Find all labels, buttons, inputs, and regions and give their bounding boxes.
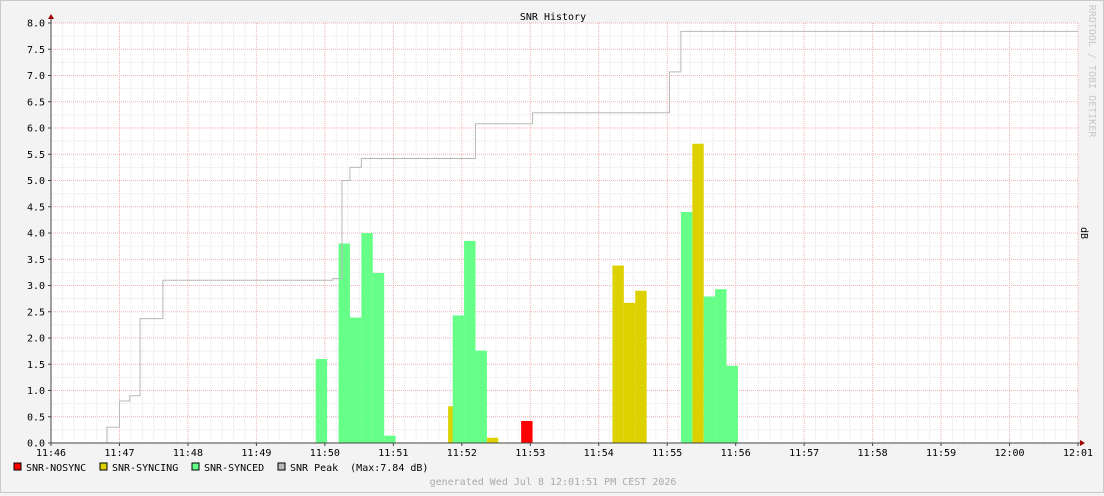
y-tick-labels: 0.00.51.01.52.02.53.03.54.04.55.05.56.06… — [27, 19, 51, 450]
y-tick-label: 4.5 — [27, 202, 45, 213]
y-tick-label: 1.0 — [27, 386, 45, 397]
y-tick-label: 5.5 — [27, 150, 45, 161]
legend-label-snr-syncing: SNR-SYNCING — [112, 463, 178, 474]
y-tick-label: 1.5 — [27, 360, 45, 371]
y-tick-label: 6.0 — [27, 124, 45, 135]
x-axis-arrow — [1080, 440, 1085, 446]
watermark: RRDTOOL / TOBI OETIKER — [1086, 5, 1097, 138]
snr-syncing-bar — [623, 302, 636, 443]
snr-synced-bar — [338, 243, 350, 443]
snr-synced-bar — [452, 315, 465, 443]
snr-synced-bar — [315, 359, 328, 443]
x-tick-label: 11:57 — [789, 448, 819, 459]
x-tick-label: 11:55 — [652, 448, 682, 459]
x-tick-label: 11:51 — [378, 448, 408, 459]
legend-peak-max: (Max:7.84 dB) — [350, 463, 428, 474]
y-tick-label: 5.0 — [27, 176, 45, 187]
x-tick-label: 11:56 — [721, 448, 751, 459]
x-tick-label: 11:52 — [447, 448, 477, 459]
snr-nosync-bar — [521, 420, 533, 443]
snr-synced-bar — [464, 240, 476, 443]
x-tick-label: 12:00 — [994, 448, 1024, 459]
x-tick-label: 11:53 — [515, 448, 545, 459]
snr-synced-bar — [349, 317, 362, 443]
x-tick-labels: 11:46 11:47 11:48 11:49 11:50 11:51 11:52 11:53… — [36, 443, 1093, 459]
legend: SNR-NOSYNC SNR-SYNCING SNR-SYNCED SNR Peak (… — [13, 462, 428, 474]
x-tick-label: 12:01 — [1063, 448, 1093, 459]
y-tick-label: 0.5 — [27, 412, 45, 423]
x-tick-label: 11:48 — [173, 448, 203, 459]
y-axis-arrow — [48, 14, 54, 19]
snr-syncing-bar — [612, 265, 624, 443]
legend-label-snr-synced: SNR-SYNCED — [204, 463, 264, 474]
legend-swatch-snr-syncing — [99, 462, 108, 471]
y-tick-label: 2.0 — [27, 334, 45, 345]
x-tick-label: 11:50 — [310, 448, 340, 459]
x-tick-label: 11:54 — [584, 448, 614, 459]
y-tick-label: 7.0 — [27, 71, 45, 82]
chart-frame: 0.0 0.5 1.0 1.5 2.0 2.5 3.0 3.5 4.0 4.5 5.0 5.5 6.0 6… — [0, 0, 1104, 493]
x-tick-label: 11:49 — [241, 448, 271, 459]
y-tick-label: 7.5 — [27, 45, 45, 56]
y-tick-label: 8.0 — [27, 19, 45, 30]
snr-syncing-bar — [692, 143, 704, 443]
snr-syncing-bar — [635, 290, 647, 443]
snr-synced-bar — [715, 289, 727, 443]
y-tick-label: 3.5 — [27, 255, 45, 266]
x-tick-label: 11:58 — [858, 448, 888, 459]
legend-label-snr-nosync: SNR-NOSYNC — [26, 463, 86, 474]
chart-title: SNR History — [520, 12, 586, 23]
snr-synced-bar — [680, 212, 693, 443]
snr-synced-bar — [384, 435, 396, 443]
y-tick-label: 3.0 — [27, 281, 45, 292]
snr-synced-bar — [703, 296, 716, 443]
snr-synced-bar — [361, 233, 373, 443]
snr-history-chart: 0.00.51.01.52.02.53.03.54.04.55.05.56.06… — [13, 5, 1097, 488]
legend-swatch-snr-peak — [277, 462, 286, 471]
legend-swatch-snr-nosync — [13, 462, 22, 471]
y-tick-label: 6.5 — [27, 97, 45, 108]
legend-label-snr-peak: SNR Peak — [290, 463, 338, 474]
legend-swatch-snr-synced — [191, 462, 200, 471]
x-tick-label: 11:59 — [926, 448, 956, 459]
snr-synced-bar — [372, 272, 385, 443]
x-tick-label: 11:46 — [36, 448, 66, 459]
snr-synced-bar — [726, 365, 738, 443]
y-tick-label: 2.5 — [27, 307, 45, 318]
snr-syncing-bar — [486, 437, 499, 443]
y-tick-label: 4.0 — [27, 229, 45, 240]
footer-generated: generated Wed Jul 8 12:01:51 PM CEST 202… — [430, 477, 677, 488]
y-axis-label: dB — [1078, 227, 1089, 239]
snr-synced-bar — [475, 350, 487, 443]
x-tick-label: 11:47 — [104, 448, 134, 459]
